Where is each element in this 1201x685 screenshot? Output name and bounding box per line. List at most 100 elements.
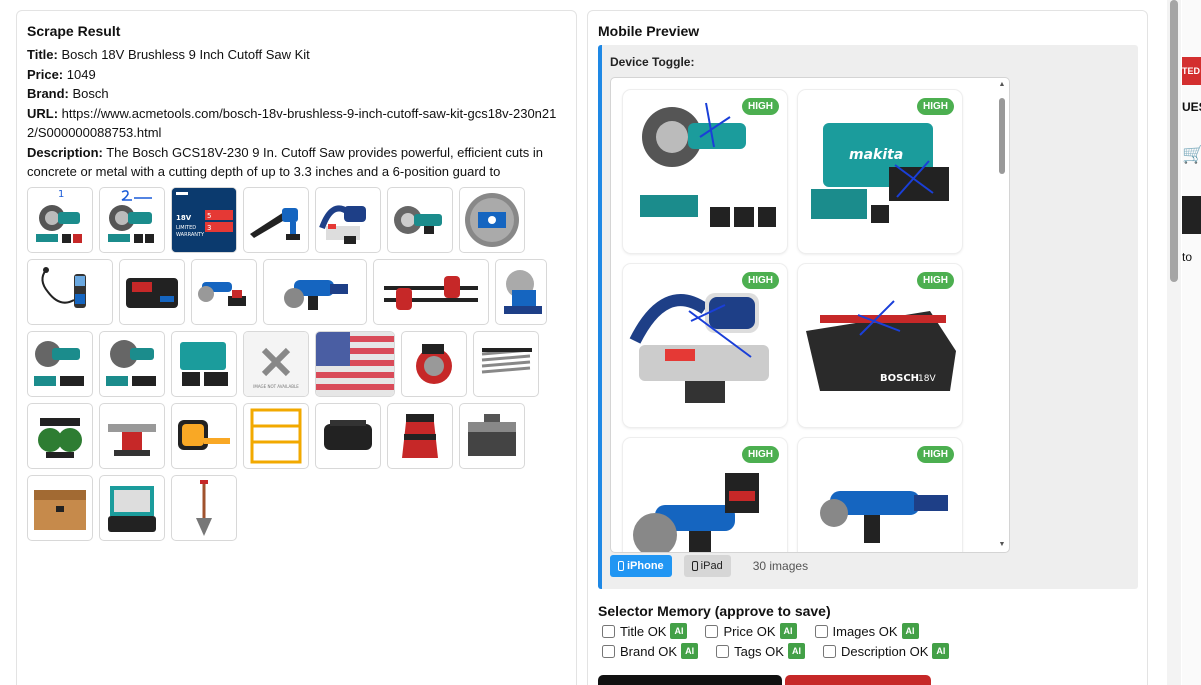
thumbnail-image[interactable]: 18V LIMITED WARRANTY 5 3 — [171, 186, 237, 253]
confidence-badge: HIGH — [917, 98, 954, 115]
thumbnail-image[interactable] — [459, 402, 525, 469]
thumbnail-image[interactable] — [99, 474, 165, 541]
price-ok-checkbox[interactable] — [705, 624, 719, 638]
thumbnail-image[interactable] — [243, 402, 309, 469]
thumbnail-image[interactable] — [243, 186, 309, 253]
svg-text:3: 3 — [207, 224, 211, 232]
dark-action-button[interactable] — [598, 675, 782, 685]
thumbnail-image[interactable] — [263, 258, 367, 325]
thumbnail-image[interactable] — [119, 258, 185, 325]
thumbnail-image[interactable] — [171, 474, 237, 541]
brand-value: Bosch — [72, 86, 109, 101]
selector-title-ok[interactable]: Title OK AI — [598, 623, 688, 639]
svg-text:1: 1 — [58, 189, 64, 200]
title-line: Title: Bosch 18V Brushless 9 Inch Cutoff… — [27, 47, 310, 62]
description-value: The Bosch GCS18V-230 9 In. Cutoff Saw pr… — [27, 144, 543, 180]
svg-text:18V: 18V — [176, 214, 192, 222]
tablet-icon — [691, 561, 698, 571]
scroll-thumb[interactable] — [999, 98, 1005, 174]
device-frame: HIGH HIGH makita HIGH HIGH BOSCH 18V HIG… — [610, 77, 1010, 553]
scrape-result-title: Scrape Result — [27, 23, 121, 39]
ai-badge: AI — [779, 623, 797, 639]
thumbnail-image[interactable] — [171, 402, 237, 469]
thumbnail-image[interactable] — [99, 330, 165, 397]
page-scroll-thumb[interactable] — [1170, 0, 1178, 282]
ai-badge: AI — [670, 623, 688, 639]
thumbnail-image[interactable] — [27, 258, 113, 325]
product-grid: HIGH HIGH makita HIGH HIGH BOSCH 18V HIG… — [623, 90, 981, 552]
confidence-badge: HIGH — [917, 446, 954, 463]
thumbnail-image[interactable] — [473, 330, 539, 397]
price-line: Price: 1049 — [27, 66, 96, 82]
confidence-badge: HIGH — [742, 446, 779, 463]
thumbnail-image[interactable] — [191, 258, 257, 325]
background-page-strip: TED S UES 🛒 to — [1182, 0, 1201, 685]
ai-badge: AI — [681, 643, 699, 659]
thumbnail-image[interactable]: 1 — [27, 186, 93, 253]
confidence-badge: HIGH — [742, 272, 779, 289]
selector-price-ok[interactable]: Price OK AI — [701, 623, 797, 639]
thumbnail-image[interactable] — [99, 402, 165, 469]
images-ok-checkbox[interactable] — [814, 624, 828, 638]
strip-text-2: to — [1182, 250, 1193, 264]
thumbnail-image[interactable] — [27, 474, 93, 541]
app: Scrape Result Title: Bosch 18V Brushless… — [0, 0, 1201, 685]
thumbnail-image[interactable]: IMAGE NOT AVAILABLE — [243, 330, 309, 397]
selector-row-2: Brand OK AI Tags OK AI Description OK AI — [598, 643, 1137, 659]
scroll-down-icon[interactable]: ▼ — [997, 540, 1007, 550]
confidence-badge: HIGH — [917, 272, 954, 289]
ipad-button[interactable]: iPad — [683, 555, 731, 577]
thumbnail-image[interactable] — [315, 186, 381, 253]
iphone-button[interactable]: iPhone — [610, 555, 672, 577]
product-card[interactable]: HIGH — [623, 90, 787, 253]
thumbnail-image[interactable] — [401, 330, 467, 397]
strip-text-1: UES — [1182, 100, 1201, 114]
page-scrollbar[interactable] — [1167, 0, 1181, 685]
strip-red-banner: TED S — [1182, 57, 1201, 85]
thumbnail-image[interactable] — [387, 186, 453, 253]
brand-ok-checkbox[interactable] — [602, 644, 615, 658]
ai-badge: AI — [932, 643, 950, 659]
svg-text:BOSCH: BOSCH — [880, 373, 919, 384]
thumbnail-image[interactable] — [315, 402, 381, 469]
scroll-up-icon[interactable]: ▲ — [997, 80, 1007, 90]
description-ok-checkbox[interactable] — [822, 644, 836, 658]
image-count: 30 images — [752, 559, 809, 573]
selector-tags-ok[interactable]: Tags OK AI — [712, 643, 805, 659]
brand-line: Brand: Bosch — [27, 86, 109, 101]
product-card[interactable]: HIGH — [798, 438, 962, 552]
svg-text:makita: makita — [849, 147, 903, 163]
thumbnail-image[interactable] — [387, 402, 453, 469]
product-card[interactable]: HIGH BOSCH 18V — [798, 264, 962, 427]
thumbnail-image[interactable] — [315, 330, 395, 397]
tags-ok-checkbox[interactable] — [716, 644, 730, 658]
title-ok-checkbox[interactable] — [602, 624, 615, 638]
svg-text:WARRANTY: WARRANTY — [176, 232, 205, 238]
thumbnail-image[interactable] — [373, 258, 489, 325]
product-card[interactable]: HIGH — [623, 264, 787, 427]
product-card[interactable]: HIGH makita — [798, 90, 962, 253]
price-value: 1049 — [66, 66, 96, 82]
mobile-preview-panel: Mobile Preview Device Toggle: HIGH HIGH … — [587, 10, 1148, 685]
thumbnail-image[interactable] — [171, 330, 237, 397]
thumbnail-image[interactable] — [27, 330, 93, 397]
product-card[interactable]: HIGH — [623, 438, 787, 552]
thumbnail-image[interactable] — [27, 402, 93, 469]
thumbnail-image[interactable] — [99, 186, 165, 253]
ai-badge: AI — [901, 623, 919, 639]
thumbnail-image[interactable] — [495, 258, 547, 325]
phone-icon — [618, 561, 624, 571]
ai-badge: AI — [787, 643, 805, 659]
thumbnail-image[interactable] — [459, 186, 525, 253]
mobile-preview-title: Mobile Preview — [598, 23, 700, 39]
svg-text:5: 5 — [207, 212, 211, 220]
image-thumbnails: 1 18V LIMITED WARRANTY 5 3 IMAGE NOT AVA… — [27, 186, 557, 541]
selector-brand-ok[interactable]: Brand OK AI — [598, 643, 699, 659]
red-action-button[interactable] — [785, 675, 931, 685]
selector-description-ok[interactable]: Description OK AI — [819, 643, 950, 659]
url-value[interactable]: https://www.acmetools.com/bosch-18v-brus… — [27, 106, 556, 141]
preview-scrollbar[interactable]: ▲ ▼ — [997, 80, 1007, 550]
preview-box: Device Toggle: HIGH HIGH makita HIGH HIG… — [598, 45, 1138, 589]
selector-images-ok[interactable]: Images OK AI — [811, 623, 919, 639]
scrape-result-panel: Scrape Result Title: Bosch 18V Brushless… — [16, 10, 577, 685]
